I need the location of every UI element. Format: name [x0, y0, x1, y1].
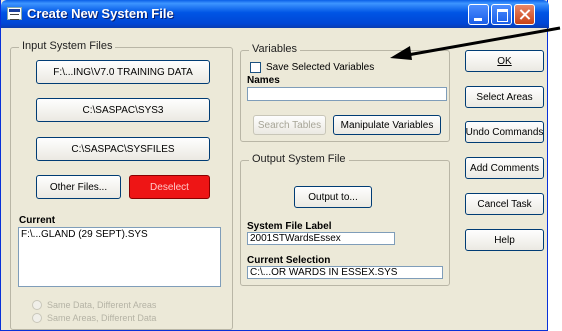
names-field[interactable]	[247, 87, 447, 101]
list-item[interactable]: F:\...GLAND (29 SEPT).SYS	[21, 229, 218, 240]
input-file-button-3[interactable]: C:\SASPAC\SYSFILES	[36, 137, 210, 161]
system-file-label-field[interactable]: 2001STWardsEssex	[247, 232, 395, 245]
save-selected-variables-checkbox[interactable]	[250, 62, 261, 73]
cancel-task-button[interactable]: Cancel Task	[465, 193, 544, 215]
select-areas-button[interactable]: Select Areas	[465, 86, 544, 108]
input-file-button-2[interactable]: C:\SASPAC\SYS3	[36, 98, 210, 122]
manipulate-variables-button[interactable]: Manipulate Variables	[333, 115, 441, 135]
app-icon	[7, 7, 22, 20]
current-selection-field: C:\...OR WARDS IN ESSEX.SYS	[247, 266, 443, 279]
names-label: Names	[247, 75, 280, 86]
system-file-label-heading: System File Label	[247, 221, 332, 232]
input-file-button-1[interactable]: F:\...ING\V7.0 TRAINING DATA	[36, 60, 210, 84]
save-selected-variables-label: Save Selected Variables	[266, 62, 375, 73]
window-title: Create New System File	[27, 6, 174, 21]
radio-label-same-data: Same Data, Different Areas	[47, 300, 157, 310]
annotation-arrow-icon	[390, 26, 561, 60]
radio-same-areas-different-data[interactable]	[32, 313, 42, 323]
current-files-list[interactable]: F:\...GLAND (29 SEPT).SYS	[18, 227, 221, 287]
deselect-button[interactable]: Deselect	[129, 175, 210, 199]
current-label: Current	[19, 215, 56, 226]
other-files-button[interactable]: Other Files...	[36, 175, 121, 199]
input-system-files-label: Input System Files	[19, 40, 116, 52]
output-system-file-label: Output System File	[249, 153, 349, 165]
radio-same-data-different-areas[interactable]	[32, 300, 42, 310]
search-tables-button[interactable]: Search Tables	[253, 115, 326, 135]
output-to-button[interactable]: Output to...	[294, 186, 372, 208]
radio-label-same-areas: Same Areas, Different Data	[47, 313, 157, 323]
add-comments-button[interactable]: Add Comments	[465, 157, 544, 179]
current-selection-heading: Current Selection	[247, 255, 331, 266]
help-button[interactable]: Help	[465, 229, 544, 251]
undo-commands-button[interactable]: Undo Commands	[465, 121, 544, 143]
variables-label: Variables	[249, 43, 301, 55]
